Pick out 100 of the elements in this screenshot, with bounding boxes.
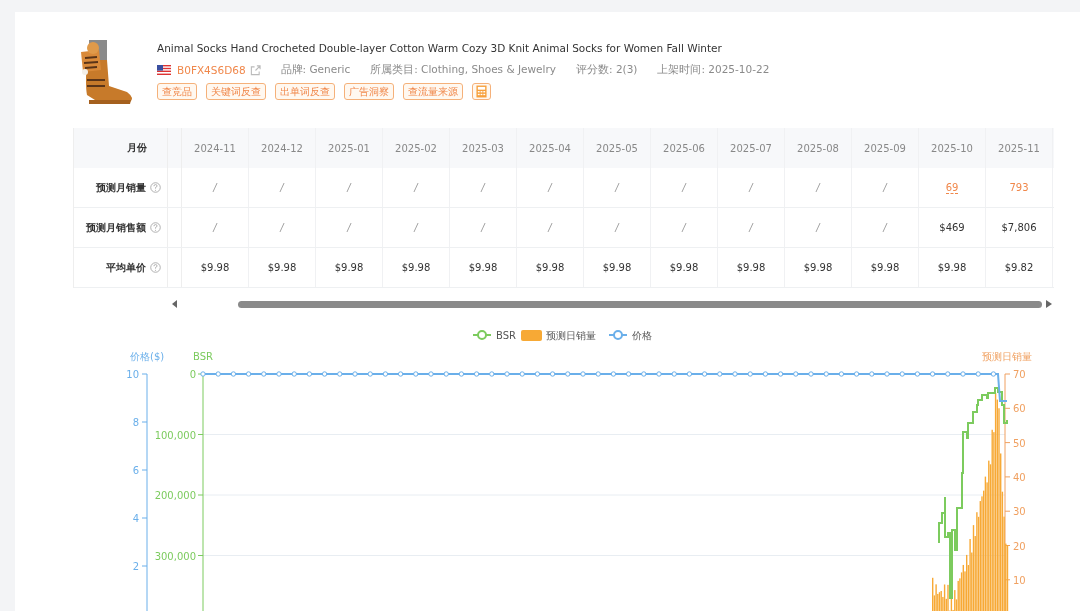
month-header: 2024-11 (182, 128, 249, 168)
month-header: 2025-06 (651, 128, 718, 168)
month-header: 2024-12 (249, 128, 316, 168)
axis-tick-label: 8 (132, 417, 139, 428)
table-cell: / (548, 222, 552, 233)
axis-tick-label: 10 (1013, 574, 1026, 586)
axis-title: BSR (193, 351, 213, 362)
table-cell: / (481, 182, 485, 193)
meta-text: 品牌: Generic (280, 63, 351, 77)
table-cell: $9.98 (736, 262, 766, 273)
month-header: 2025-04 (517, 128, 584, 168)
tool-button[interactable]: 查竞品 (157, 83, 197, 100)
table-cell: / (481, 222, 485, 233)
scroll-left-icon[interactable] (172, 300, 178, 308)
meta-text: 所属类目: Clothing, Shoes & Jewelry (370, 63, 556, 77)
axis-tick-label: 10 (126, 369, 139, 380)
axis-tick-label: 30 (1013, 506, 1026, 518)
axis-tick-label: 40 (1013, 471, 1026, 483)
legend-bar-icon[interactable] (521, 330, 542, 341)
row-label: 预测月销量 (96, 180, 146, 195)
month-header: 2025-07 (718, 128, 785, 168)
table-cell: $7,806 (1001, 222, 1037, 233)
month-header: 2025-03 (450, 128, 517, 168)
axis-tick-label: 50 (1013, 437, 1026, 449)
month-header: 2025-02 (383, 128, 450, 168)
legend-line-icon[interactable] (609, 330, 627, 340)
table-cell: / (548, 182, 552, 193)
month-header: 2025-09 (852, 128, 919, 168)
row-label: 预测月销售额 (86, 220, 146, 235)
legend-line-icon[interactable] (473, 330, 491, 340)
row-label: 平均单价 (106, 260, 146, 275)
table-cell: / (213, 222, 217, 233)
tool-button[interactable]: 广告洞察 (344, 83, 394, 100)
month-header: 2025-08 (785, 128, 852, 168)
table-cell: $9.98 (937, 262, 967, 273)
table-cell: / (816, 182, 820, 193)
calculator-icon[interactable] (472, 83, 491, 100)
help-icon[interactable] (150, 222, 161, 233)
axis-tick-label: 100,000 (154, 429, 196, 441)
axis-tick-label: 6 (132, 465, 139, 476)
axis-tick-label: 20 (1013, 540, 1026, 552)
table-cell: / (414, 222, 418, 233)
table-cell: $9.98 (334, 262, 364, 273)
table-cell: $9.98 (468, 262, 498, 273)
table-cell: / (883, 222, 887, 233)
asin-link[interactable]: B0FX4S6D68 (177, 64, 246, 76)
value-link[interactable]: 69 (945, 181, 959, 194)
legend-label[interactable]: 预测日销量 (546, 330, 596, 341)
table-cell: / (749, 222, 753, 233)
table-cell: 793 (1009, 182, 1029, 193)
table-cell: $9.98 (803, 262, 833, 273)
axis-tick-label: 70 (1013, 369, 1026, 380)
table-cell: / (682, 182, 686, 193)
tool-button[interactable]: 出单词反查 (275, 83, 335, 100)
table-cell: $9.98 (870, 262, 900, 273)
table-cell: / (816, 222, 820, 233)
row-header: 月份 (74, 128, 168, 168)
share-icon[interactable] (249, 64, 261, 76)
axis-title: 价格($) (130, 351, 165, 362)
table-cell: $9.98 (535, 262, 565, 273)
scroll-right-icon[interactable] (1046, 300, 1052, 308)
month-header: 2025-11 (986, 128, 1053, 168)
axis-title: 预测日销量 (982, 351, 1032, 362)
table-cell: $9.82 (1004, 262, 1034, 273)
table-cell: $9.98 (401, 262, 431, 273)
table-cell: / (280, 222, 284, 233)
table-cell: / (414, 182, 418, 193)
axis-tick-label: 2 (132, 561, 139, 572)
table-cell: / (213, 182, 217, 193)
table-cell: / (682, 222, 686, 233)
table-cell: / (347, 222, 351, 233)
table-cell: $9.98 (200, 262, 230, 273)
table-cell: $9.98 (669, 262, 699, 273)
axis-tick-label: 200,000 (154, 490, 196, 501)
tool-button[interactable]: 关键词反查 (206, 83, 266, 100)
table-cell: $9.98 (602, 262, 632, 273)
product-title: Animal Socks Hand Crocheted Double-layer Cotton Warm Cozy 3D Knit Animal Socks for Women Fall Winter (157, 41, 723, 56)
axis-tick-label: 300,000 (154, 550, 196, 562)
month-header: 2025-10 (919, 128, 986, 168)
month-header: 2025-05 (584, 128, 651, 168)
month-header: 2025-01 (316, 128, 383, 168)
table-cell: / (749, 182, 753, 193)
table-cell: $9.98 (267, 262, 297, 273)
help-icon[interactable] (150, 262, 161, 273)
table-cell: / (280, 182, 284, 193)
help-icon[interactable] (150, 182, 161, 193)
table-cell: / (615, 222, 619, 233)
axis-tick-label: 4 (132, 513, 139, 524)
axis-tick-label: 0 (189, 369, 196, 380)
meta-text: 上架时间: 2025-10-22 (657, 63, 770, 77)
table-cell: / (883, 182, 887, 193)
legend-label[interactable]: BSR (496, 330, 516, 341)
axis-tick-label: 60 (1013, 403, 1026, 415)
flag-icon (157, 65, 171, 75)
meta-text: 评分数: 2(3) (576, 63, 638, 77)
legend-label[interactable]: 价格 (632, 330, 652, 341)
table-cell: / (347, 182, 351, 193)
table-cell: $469 (939, 222, 965, 233)
tool-button[interactable]: 查流量来源 (403, 83, 463, 100)
table-cell: / (615, 182, 619, 193)
